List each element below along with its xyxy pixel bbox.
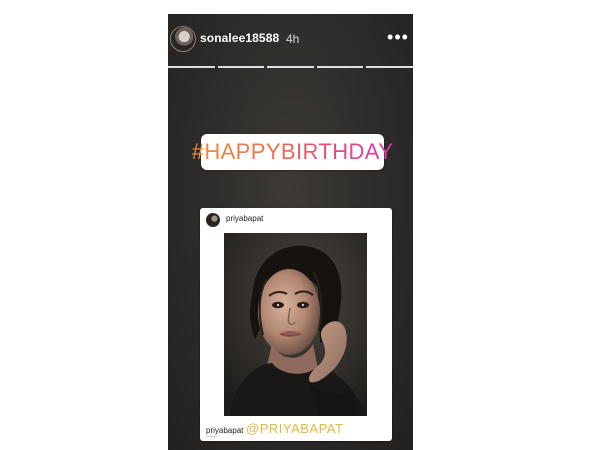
story-header: sonalee18588 4h ••• [168,14,413,70]
progress-segment [366,66,413,68]
story-username[interactable]: sonalee18588 [200,31,279,45]
story-viewer[interactable]: sonalee18588 4h ••• #HAPPYBIRTHDAY priya… [168,14,413,450]
caption-username: priyabapat [206,426,244,435]
story-timestamp: 4h [286,32,300,46]
progress-segment [168,66,215,68]
story-progress-bars [168,66,413,68]
caption-placeholder-line [206,436,218,437]
post-author-username: priyabapat [226,214,264,223]
more-options-icon[interactable]: ••• [386,28,410,46]
profile-avatar[interactable] [170,26,196,52]
mention-sticker[interactable]: @PRIYABAPAT [246,421,343,436]
post-photo [224,233,367,416]
shared-post-card[interactable]: priyabapat priyabapat @PRIYABAPAT [200,208,392,441]
progress-segment [316,66,364,68]
portrait-image [224,233,367,416]
progress-segment [267,66,314,68]
hashtag-sticker[interactable]: #HAPPYBIRTHDAY [192,134,393,170]
progress-segment [217,66,265,68]
post-author-avatar [206,213,220,227]
hashtag-text: #HAPPYBIRTHDAY [191,139,394,164]
